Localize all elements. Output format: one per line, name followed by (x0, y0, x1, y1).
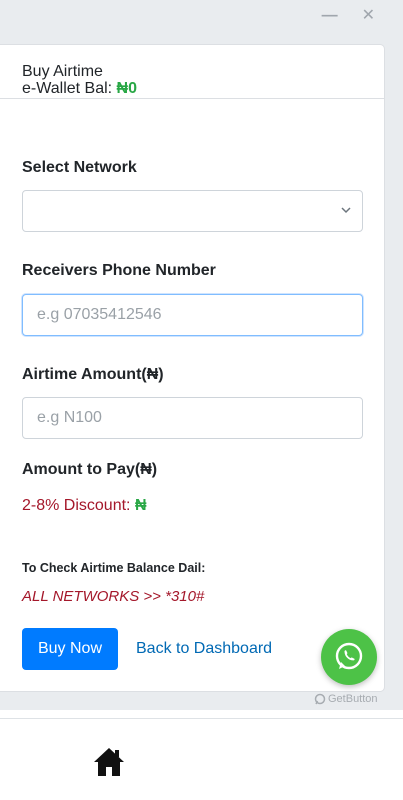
balance-check-title: To Check Airtime Balance Dail: (22, 561, 206, 575)
amount-input[interactable] (22, 397, 363, 439)
getbutton-icon (314, 693, 326, 705)
bottom-divider (0, 718, 403, 719)
discount-value: ₦ (134, 497, 147, 514)
window-controls: — ✕ (322, 6, 375, 26)
close-icon[interactable]: ✕ (362, 6, 375, 26)
chevron-down-icon (341, 207, 351, 214)
getbutton-badge: GetButton (314, 693, 378, 705)
home-icon[interactable] (93, 746, 125, 778)
network-label: Select Network (22, 159, 137, 176)
balance-check-codes: ALL NETWORKS >> *310# (22, 588, 205, 605)
card-title: Buy Airtime (22, 62, 103, 80)
buy-now-button[interactable]: Buy Now (22, 628, 118, 670)
amount-to-pay-label: Amount to Pay(₦) (22, 461, 158, 478)
bottom-nav (0, 710, 403, 800)
phone-label: Receivers Phone Number (22, 262, 216, 279)
network-select[interactable] (22, 190, 363, 232)
wallet-amount: ₦0 (116, 80, 137, 97)
phone-input[interactable] (22, 294, 363, 336)
discount-label: 2-8% Discount: (22, 497, 135, 514)
getbutton-label: GetButton (328, 693, 378, 705)
back-to-dashboard-link[interactable]: Back to Dashboard (136, 640, 272, 658)
whatsapp-button[interactable] (321, 629, 377, 685)
whatsapp-icon (335, 642, 363, 670)
wallet-label: e-Wallet Bal: (22, 80, 117, 97)
amount-label: Airtime Amount(₦) (22, 366, 164, 383)
wallet-balance: e-Wallet Bal: ₦0 (22, 80, 137, 98)
minimize-icon[interactable]: — (322, 6, 338, 26)
discount-text: 2-8% Discount: ₦ (22, 497, 147, 515)
